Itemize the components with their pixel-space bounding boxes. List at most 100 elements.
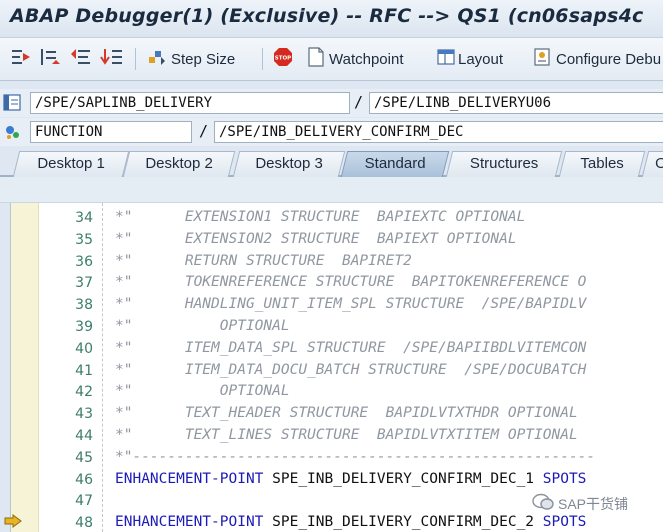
tab-tables[interactable]: Tables [558, 151, 646, 177]
continue-button[interactable] [100, 48, 124, 70]
source-code-view[interactable]: 34 *" EXTENSION1 STRUCTURE BAPIEXTC OPTIO… [10, 203, 663, 532]
code-line[interactable]: 35 *" EXTENSION2 STRUCTURE BAPIEXT OPTION… [11, 229, 663, 251]
program-icon [3, 93, 23, 118]
line-number: 45 [75, 449, 93, 466]
return-icon [70, 47, 92, 71]
step-size-label: Step Size [171, 50, 236, 68]
line-number: 38 [75, 297, 93, 314]
layout-button[interactable]: Layout [436, 48, 503, 70]
configure-debugger-button[interactable]: Configure Debu [532, 48, 661, 70]
window-title: ABAP Debugger(1) (Exclusive) -- RFC --> … [10, 5, 644, 27]
tab-desktop-1[interactable]: Desktop 1 [12, 151, 130, 177]
layout-label: Layout [458, 50, 504, 68]
code-comment: *" ITEM_DATA_DOCU_BATCH STRUCTURE /SPE/D… [115, 361, 587, 378]
line-number: 39 [75, 319, 93, 335]
code-line[interactable]: 37 *" TOKENREFERENCE STRUCTURE BAPITOKENR… [11, 272, 663, 294]
keyword: ENHANCEMENT-POINT [115, 514, 264, 531]
code-line[interactable]: 48 ENHANCEMENT-POINT SPE_INB_DELIVERY_CON… [11, 512, 663, 532]
line-number: 40 [75, 340, 93, 357]
configure-icon [532, 47, 552, 71]
document-icon [307, 47, 325, 71]
toolbar: Step Size STOP Watchpoint Layout Configu… [0, 38, 663, 81]
code-comment: *" ITEM_DATA_SPL STRUCTURE /SPE/BAPIIBDL… [115, 339, 587, 356]
step-over-button[interactable] [40, 48, 62, 70]
watchpoint-button[interactable]: Watchpoint [307, 47, 403, 71]
code-line[interactable]: 34 *" EXTENSION1 STRUCTURE BAPIEXTC OPTIO… [11, 207, 663, 229]
code-line[interactable]: 46 ENHANCEMENT-POINT SPE_INB_DELIVERY_CON… [11, 469, 663, 491]
tab-strip: Desktop 1 Desktop 2 Desktop 3 Standard S… [0, 147, 663, 177]
path-separator: / [199, 122, 209, 140]
code-statement: ENHANCEMENT-POINT SPE_INB_DELIVERY_CONFI… [115, 514, 586, 530]
code-line[interactable]: 38 *" HANDLING_UNIT_ITEM_SPL STRUCTURE /S… [11, 294, 663, 316]
tab-standard[interactable]: Standard [340, 151, 450, 177]
tab-label: Standard [364, 155, 426, 172]
line-number: 43 [75, 406, 93, 423]
code-line[interactable]: 36 *" RETURN STRUCTURE BAPIRET2 [11, 251, 663, 273]
tab-label: O [655, 155, 663, 172]
layout-icon [436, 47, 456, 71]
include-field[interactable]: /SPE/LINB_DELIVERYU06 [369, 92, 663, 114]
line-number: 35 [75, 231, 93, 248]
watermark: SAP干货铺 [532, 493, 628, 514]
code-comment: *" EXTENSION1 STRUCTURE BAPIEXTC OPTIONA… [115, 209, 526, 225]
code-line[interactable]: 41 *" ITEM_DATA_DOCU_BATCH STRUCTURE /SPE… [11, 360, 663, 382]
watermark-text: SAP干货铺 [558, 495, 629, 512]
code-line[interactable]: 42 *" OPTIONAL [11, 381, 663, 403]
identifier: SPE_INB_DELIVERY_CONFIRM_DEC_2 [263, 514, 543, 531]
line-number: 37 [75, 275, 93, 292]
tab-label: Tables [580, 155, 624, 172]
svg-text:STOP: STOP [275, 56, 291, 62]
line-number: 48 [75, 515, 93, 532]
toolbar-separator [135, 48, 136, 70]
line-number: 44 [75, 428, 93, 444]
code-line[interactable]: 45 *"------------------------------------… [11, 447, 663, 469]
code-line[interactable]: 40 *" ITEM_DATA_SPL STRUCTURE /SPE/BAPIIB… [11, 338, 663, 360]
code-comment: *" RETURN STRUCTURE BAPIRET2 [115, 252, 412, 269]
line-number: 41 [75, 362, 93, 379]
code-line[interactable]: 39 *" OPTIONAL [11, 316, 663, 338]
tab-label: Structures [469, 155, 539, 172]
desktop-band [0, 177, 663, 203]
current-line-arrow-icon [4, 514, 22, 528]
event-row: FUNCTION / /SPE/INB_DELIVERY_CONFIRM_DEC [0, 118, 663, 146]
toolbar-separator [262, 48, 263, 70]
configure-label: Configure Debu [556, 50, 662, 68]
code-comment: *" HANDLING_UNIT_ITEM_SPL STRUCTURE /SPE… [115, 296, 587, 313]
code-comment: *" EXTENSION2 STRUCTURE BAPIEXT OPTIONAL [115, 230, 517, 247]
event-type-field[interactable]: FUNCTION [30, 121, 192, 143]
code-comment: *" OPTIONAL [115, 383, 290, 400]
code-comment: *"--------------------------------------… [115, 448, 596, 465]
title-bar: ABAP Debugger(1) (Exclusive) -- RFC --> … [0, 0, 663, 38]
tab-label: Desktop 2 [145, 155, 213, 172]
tab-structures[interactable]: Structures [445, 151, 563, 177]
line-number: 34 [75, 210, 93, 226]
program-field[interactable]: /SPE/SAPLINB_DELIVERY [30, 92, 350, 114]
step-over-icon [40, 47, 62, 71]
path-separator: / [354, 93, 364, 111]
keyword: ENHANCEMENT-POINT [115, 470, 264, 487]
code-comment: *" OPTIONAL [115, 318, 290, 334]
tab-desktop-3[interactable]: Desktop 3 [232, 151, 346, 177]
identifier: SPE_INB_DELIVERY_CONFIRM_DEC_1 [263, 470, 543, 487]
line-number: 42 [75, 384, 93, 401]
code-comment: *" TOKENREFERENCE STRUCTURE BAPITOKENREF… [115, 274, 587, 291]
program-row: /SPE/SAPLINB_DELIVERY / /SPE/LINB_DELIVE… [0, 89, 663, 117]
function-icon [3, 122, 23, 147]
line-number: 46 [75, 471, 93, 488]
keyword: SPOTS [542, 514, 587, 531]
code-comment: *" TEXT_LINES STRUCTURE BAPIDLVTXTITEM O… [115, 427, 578, 443]
step-into-button[interactable] [10, 48, 32, 70]
tab-label: Desktop 1 [37, 155, 105, 172]
step-size-button[interactable]: Step Size [147, 48, 235, 70]
return-button[interactable] [70, 48, 92, 70]
code-line[interactable]: 44 *" TEXT_LINES STRUCTURE BAPIDLVTXTITEM… [11, 425, 663, 447]
stop-button[interactable]: STOP [273, 48, 293, 70]
code-line[interactable]: 43 *" TEXT_HEADER STRUCTURE BAPIDLVTXTHDR… [11, 403, 663, 425]
event-name-field[interactable]: /SPE/INB_DELIVERY_CONFIRM_DEC [214, 121, 663, 143]
continue-icon [100, 47, 124, 71]
tab-label: Desktop 3 [255, 155, 323, 172]
tab-desktop-2[interactable]: Desktop 2 [122, 151, 236, 177]
code-statement: ENHANCEMENT-POINT SPE_INB_DELIVERY_CONFI… [115, 471, 586, 487]
tab-overflow[interactable]: O [641, 151, 663, 177]
step-size-icon [147, 47, 167, 71]
